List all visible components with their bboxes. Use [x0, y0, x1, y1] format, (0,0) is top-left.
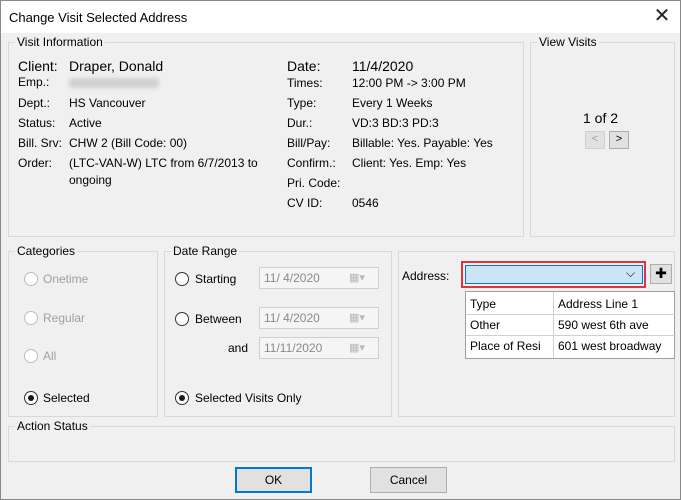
all-radio[interactable]	[24, 349, 38, 363]
address-label: Address:	[402, 269, 450, 283]
chevron-down-icon[interactable]: ⌵	[626, 266, 635, 281]
address-group: Address: ⌵ ✚ Type Address Line 1 Other 5…	[398, 251, 676, 417]
regular-label: Regular	[43, 311, 86, 325]
dur-label: Dur.:	[287, 116, 313, 130]
table-row-1-address[interactable]: 601 west broadway	[558, 339, 674, 353]
grid-col-divider	[553, 292, 554, 358]
times-value: 12:00 PM -> 3:00 PM	[352, 76, 466, 90]
date-range-group: Date Range Starting 11/ 4/2020 ▦▾ Betwee…	[164, 244, 392, 417]
and-label: and	[228, 341, 249, 355]
between-label: Between	[195, 312, 242, 326]
selected-visits-only-label: Selected Visits Only	[195, 391, 302, 405]
all-label: All	[43, 349, 57, 363]
starting-radio[interactable]	[175, 272, 189, 286]
client-value: Draper, Donald	[69, 58, 164, 74]
times-label: Times:	[287, 76, 323, 90]
visit-counter: 1 of 2	[583, 110, 619, 126]
dept-label: Dept.:	[18, 96, 51, 110]
categories-label: Categories	[15, 244, 78, 258]
dialog-window: Change Visit Selected Address ✕ Visit In…	[0, 0, 681, 500]
next-visit-button[interactable]: >	[609, 131, 629, 149]
selected-radio[interactable]	[24, 391, 38, 405]
selected-visits-only-radio[interactable]	[175, 391, 189, 405]
status-value: Active	[69, 116, 102, 130]
radio-dot-icon	[179, 395, 185, 401]
date-value: 11/4/2020	[352, 58, 414, 74]
action-status-label: Action Status	[15, 419, 90, 433]
grid-divider	[466, 335, 676, 336]
starting-calendar-icon[interactable]: ▦▾	[349, 271, 373, 289]
selected-label: Selected	[43, 391, 90, 405]
pri-code-label: Pri. Code:	[287, 176, 341, 190]
status-label: Status:	[18, 116, 56, 130]
window-title: Change Visit Selected Address	[9, 10, 188, 25]
address-combo[interactable]: ⌵	[465, 265, 643, 284]
grid-header-address-line-1: Address Line 1	[558, 297, 639, 311]
date-range-label: Date Range	[171, 244, 240, 258]
title-bar: Change Visit Selected Address ✕	[1, 1, 680, 33]
emp-value-redacted	[69, 78, 159, 88]
close-icon[interactable]: ✕	[647, 3, 677, 31]
confirm-label: Confirm.:	[287, 156, 336, 170]
radio-dot-icon	[28, 395, 34, 401]
address-list: Type Address Line 1 Other 590 west 6th a…	[465, 291, 676, 359]
and-calendar-icon[interactable]: ▦▾	[349, 341, 373, 359]
emp-label: Emp.:	[18, 75, 50, 89]
prev-visit-button[interactable]: <	[585, 131, 605, 149]
onetime-radio[interactable]	[24, 272, 38, 286]
view-visits-group: View Visits 1 of 2 < >	[530, 35, 675, 237]
table-row-0-type[interactable]: Other	[470, 318, 552, 332]
dur-value: VD:3 BD:3 PD:3	[352, 116, 439, 130]
type-label: Type:	[287, 96, 317, 110]
type-value: Every 1 Weeks	[352, 96, 433, 110]
cancel-button[interactable]: Cancel	[370, 467, 447, 493]
cv-id-label: CV ID:	[287, 196, 323, 210]
regular-radio[interactable]	[24, 311, 38, 325]
client-label: Client:	[18, 58, 58, 74]
visit-information-label: Visit Information	[15, 35, 105, 49]
categories-group: Categories Onetime Regular All Selected	[8, 244, 158, 417]
grid-header-type: Type	[470, 297, 497, 311]
onetime-label: Onetime	[43, 272, 89, 286]
order-label: Order:	[18, 156, 53, 170]
visit-information-group: Visit Information Client: Draper, Donald…	[8, 35, 524, 237]
order-value-line2: ongoing	[69, 173, 112, 187]
bill-srv-value: CHW 2 (Bill Code: 00)	[69, 136, 188, 150]
between-calendar-icon[interactable]: ▦▾	[349, 311, 373, 329]
starting-label: Starting	[195, 272, 237, 286]
add-address-button[interactable]: ✚	[650, 264, 672, 284]
table-row-0-address[interactable]: 590 west 6th ave	[558, 318, 674, 332]
bill-pay-value: Billable: Yes. Payable: Yes	[352, 136, 493, 150]
ok-button[interactable]: OK	[235, 467, 312, 493]
date-label: Date:	[287, 58, 321, 74]
grid-divider	[466, 314, 676, 315]
cv-id-value: 0546	[352, 196, 379, 210]
dept-value: HS Vancouver	[69, 96, 146, 110]
bill-pay-label: Bill/Pay:	[287, 136, 331, 150]
bill-srv-label: Bill. Srv:	[18, 136, 63, 150]
between-radio[interactable]	[175, 312, 189, 326]
action-status-group: Action Status	[8, 419, 675, 462]
order-value-line1: (LTC-VAN-W) LTC from 6/7/2013 to	[69, 156, 258, 170]
view-visits-label: View Visits	[537, 35, 599, 49]
confirm-value: Client: Yes. Emp: Yes	[352, 156, 467, 170]
table-row-1-type[interactable]: Place of Resi	[470, 339, 552, 353]
